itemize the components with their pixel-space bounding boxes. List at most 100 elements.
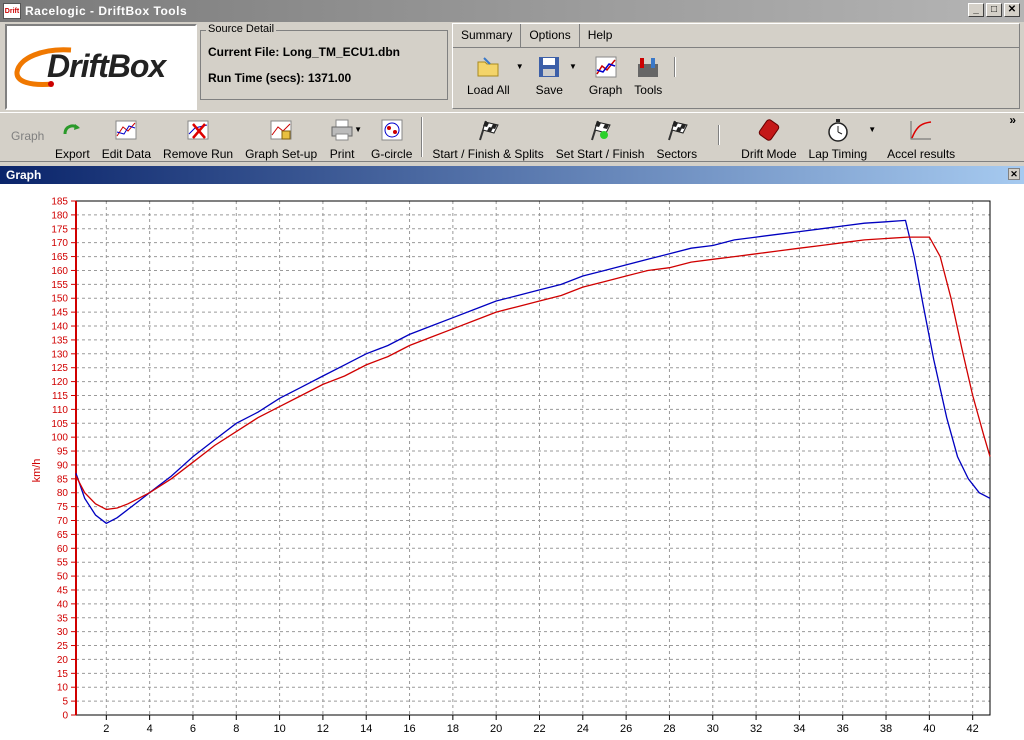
graph-setup-button[interactable]: Graph Set-up [242,117,320,161]
y-tick-label: 95 [57,447,69,458]
graph-panel[interactable]: 0 5 10 15 20 25 30 35 40 45 50 55 60 65 70 75 80 85 90 95 10… [0,184,1024,740]
plot-frame [75,200,991,716]
drift-mode-label: Drift Mode [741,147,797,161]
graph-button[interactable]: Graph [583,54,628,97]
y-tick-label: 25 [57,641,69,652]
lap-timing-dropdown-icon[interactable]: ▼ [868,125,876,134]
x-tick-label: 12 [317,723,329,735]
y-tick-label: 165 [51,252,68,263]
y-tick-label: 130 [51,349,68,360]
graph-close-button[interactable]: ✕ [1008,168,1020,180]
y-tick-label: 75 [57,502,69,513]
toolbar-separator [674,57,677,77]
run-time-label: Run Time (secs): [208,71,305,85]
load-all-dropdown-icon[interactable]: ▼ [516,62,524,71]
x-tick-label: 26 [620,723,632,735]
menu-summary[interactable]: Summary [453,24,522,47]
menu-panel: Summary Options Help Load All ▼ Save ▼ G… [452,23,1020,109]
x-tick-label: 24 [577,723,589,735]
current-file-label: Current File: [208,45,280,59]
drift-mode-button[interactable]: Drift Mode [738,117,799,161]
close-button[interactable]: ✕ [1004,3,1020,17]
minimize-button[interactable]: _ [968,3,984,17]
y-tick-label: 125 [51,363,68,374]
print-button[interactable]: Print [326,117,358,161]
graph-setup-icon [268,117,294,143]
edit-data-button[interactable]: Edit Data [99,117,154,161]
start-finish-splits-button[interactable]: Start / Finish & Splits [429,117,546,161]
speed-chart[interactable]: 0 5 10 15 20 25 30 35 40 45 50 55 60 65 70 75 80 85 90 95 10… [0,184,1024,740]
x-tick-label: 8 [233,723,239,735]
menu-options[interactable]: Options [521,24,580,47]
y-tick-label: 140 [51,322,68,333]
x-tick-label: 30 [707,723,719,735]
graph-toolbar-items: Export Edit Data Remove Run Graph Set-up… [52,117,958,161]
tools-button[interactable]: Tools [628,54,668,97]
edit-data-label: Edit Data [101,147,152,161]
x-tick-label: 40 [923,723,935,735]
edit-data-icon [113,117,139,143]
driftbox-logo-panel: DriftBox [5,24,197,110]
y-tick-label: 70 [57,516,69,527]
y-tick-label: 145 [51,308,68,319]
maximize-button[interactable]: □ [986,3,1002,17]
y-tick-label: 15 [57,669,69,680]
load-all-button[interactable]: Load All [461,54,516,97]
sectors-label: Sectors [656,147,698,161]
graph-setup-label: Graph Set-up [245,147,318,161]
source-detail-legend: Source Detail [206,23,277,35]
toolbar-separator-3 [718,125,721,145]
y-tick-label: 120 [51,377,68,388]
title-bar: Drift Racelogic - DriftBox Tools _ □ ✕ [0,0,1024,22]
x-tick-label: 34 [793,723,805,735]
window-title: Racelogic - DriftBox Tools [25,4,188,18]
load-all-label: Load All [467,83,510,97]
set-start-finish-label: Set Start / Finish [555,147,645,161]
checkered-flag-icon [475,117,501,143]
x-tick-label: 16 [403,723,415,735]
lap-timing-button[interactable]: Lap Timing [806,117,871,161]
sectors-button[interactable]: Sectors [653,117,700,161]
x-tick-label: 2 [103,723,109,735]
graph-icon [593,54,619,80]
toolbar-overflow-icon[interactable]: » [1009,113,1016,127]
y-axis-label: km/h [31,459,43,483]
toolbar-graph-label: Graph [11,129,45,143]
x-tick-label: 42 [967,723,979,735]
g-circle-icon [379,117,405,143]
graph-label: Graph [588,83,623,97]
file-toolbar: Load All ▼ Save ▼ Graph Tools [461,54,682,97]
y-tick-label: 30 [57,627,69,638]
menu-help[interactable]: Help [580,24,621,47]
save-dropdown-icon[interactable]: ▼ [569,62,577,71]
drift-car-icon [756,117,782,143]
x-tick-label: 22 [533,723,545,735]
y-tick-label: 110 [52,405,68,416]
y-tick-label: 115 [52,391,68,402]
logo-wordmark: DriftBox [47,48,166,84]
g-circle-button[interactable]: G-circle [368,117,415,161]
y-tick-label: 10 [57,683,69,694]
y-tick-label: 170 [51,238,68,249]
app-icon[interactable]: Drift [3,3,21,19]
y-tick-label: 85 [57,474,69,485]
accel-results-button[interactable]: Accel results [884,117,958,161]
save-button[interactable]: Save [530,54,569,97]
remove-run-button[interactable]: Remove Run [160,117,236,161]
run-time-value: 1371.00 [307,71,352,85]
print-dropdown-icon[interactable]: ▼ [354,125,362,134]
current-file-value: Long_TM_ECU1.dbn [282,45,401,59]
remove-run-label: Remove Run [163,147,234,161]
y-tick-label: 180 [51,210,68,221]
x-tick-label: 4 [147,723,153,735]
x-tick-label: 6 [190,723,196,735]
speed-series-2 [75,236,991,511]
speed-series-1 [75,219,991,525]
y-tick-label: 90 [57,460,69,471]
graph-toolbar: Graph Export Edit Data Remove Run Graph … [0,112,1024,162]
set-start-finish-button[interactable]: Set Start / Finish [553,117,648,161]
graph-window-title: Graph [6,168,42,182]
export-button[interactable]: Export [52,117,93,161]
current-file-line: Current File: Long_TM_ECU1.dbn [208,45,400,59]
accel-curve-icon [908,117,934,143]
